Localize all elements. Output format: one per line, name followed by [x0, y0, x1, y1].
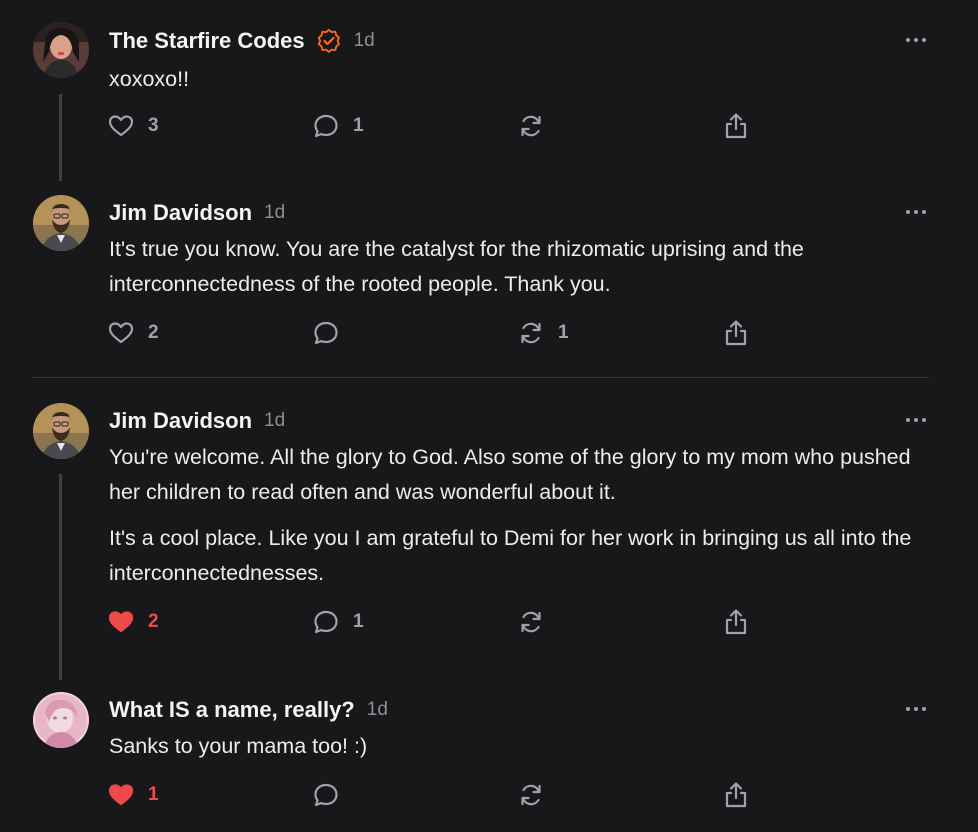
comment-header: The Starfire Codes 1d — [109, 26, 375, 56]
restack-button[interactable] — [518, 607, 558, 637]
more-options-icon[interactable] — [905, 706, 927, 712]
share-button[interactable] — [723, 111, 749, 141]
avatar[interactable] — [33, 22, 89, 78]
more-options-icon[interactable] — [905, 209, 927, 215]
reply-button[interactable] — [313, 780, 353, 810]
comment-paragraph: Sanks to your mama too! :) — [109, 734, 368, 758]
reply-count: 1 — [353, 611, 364, 632]
comment-paragraph: xoxoxo!! — [109, 67, 190, 91]
like-button[interactable]: 1 — [108, 780, 159, 810]
like-count: 3 — [148, 115, 159, 136]
reply-count: 1 — [353, 115, 364, 136]
pink-portrait-icon — [33, 692, 89, 748]
avatar[interactable] — [33, 692, 89, 748]
heart-filled-icon — [108, 784, 134, 806]
comment-header: What IS a name, really? 1d — [109, 695, 388, 725]
comment-paragraph: It's a cool place. Like you I am gratefu… — [109, 526, 912, 585]
comment-bubble-icon — [314, 610, 338, 634]
like-count: 1 — [148, 784, 159, 805]
author-name[interactable]: Jim Davidson — [109, 408, 252, 434]
timestamp[interactable]: 1d — [354, 30, 375, 52]
heart-icon — [108, 115, 134, 137]
like-count: 2 — [148, 322, 159, 343]
restack-button[interactable]: 1 — [518, 318, 569, 348]
thread-line — [59, 474, 62, 680]
timestamp[interactable]: 1d — [367, 699, 388, 721]
share-button[interactable] — [723, 318, 749, 348]
comment-paragraph: You're welcome. All the glory to God. Al… — [109, 445, 911, 504]
timestamp[interactable]: 1d — [264, 202, 285, 224]
author-name[interactable]: Jim Davidson — [109, 200, 252, 226]
comment-body: It's true you know. You are the catalyst… — [109, 232, 929, 302]
comment-paragraph: It's true you know. You are the catalyst… — [109, 237, 804, 296]
avatar[interactable] — [33, 195, 89, 251]
more-options-icon[interactable] — [905, 417, 927, 423]
share-button[interactable] — [723, 780, 749, 810]
woman-portrait-icon — [33, 22, 89, 78]
heart-filled-icon — [108, 611, 134, 633]
comment-actions: 1 — [0, 780, 978, 810]
share-button[interactable] — [723, 607, 749, 637]
share-icon — [725, 320, 747, 346]
reply-button[interactable] — [313, 318, 353, 348]
share-icon — [725, 609, 747, 635]
comment-body: xoxoxo!! — [109, 62, 929, 97]
comment-bubble-icon — [314, 321, 338, 345]
bearded-man-portrait-icon — [33, 195, 89, 251]
reply-button[interactable]: 1 — [313, 111, 364, 141]
share-icon — [725, 113, 747, 139]
restack-icon — [521, 115, 541, 137]
reply-button[interactable]: 1 — [313, 607, 364, 637]
heart-icon — [108, 322, 134, 344]
comment-body: You're welcome. All the glory to God. Al… — [109, 440, 929, 591]
comment-actions: 2 1 — [0, 607, 978, 637]
more-options-icon[interactable] — [905, 37, 927, 43]
timestamp[interactable]: 1d — [264, 410, 285, 432]
restack-icon — [521, 784, 541, 806]
comment-bubble-icon — [314, 783, 338, 807]
verified-badge-icon — [317, 28, 340, 53]
like-count: 2 — [148, 611, 159, 632]
restack-icon — [521, 611, 541, 633]
share-icon — [725, 782, 747, 808]
thread-divider — [32, 377, 929, 378]
comment-header: Jim Davidson 1d — [109, 198, 285, 228]
restack-count: 1 — [558, 322, 569, 343]
author-name[interactable]: What IS a name, really? — [109, 697, 355, 723]
comment-actions: 2 1 — [0, 318, 978, 348]
avatar[interactable] — [33, 403, 89, 459]
like-button[interactable]: 2 — [108, 607, 159, 637]
restack-button[interactable] — [518, 111, 558, 141]
author-name[interactable]: The Starfire Codes — [109, 28, 305, 54]
like-button[interactable]: 3 — [108, 111, 159, 141]
restack-icon — [521, 322, 541, 344]
comment-actions: 3 1 — [0, 111, 978, 141]
restack-button[interactable] — [518, 780, 558, 810]
like-button[interactable]: 2 — [108, 318, 159, 348]
comment-bubble-icon — [314, 114, 338, 138]
comment-header: Jim Davidson 1d — [109, 406, 285, 436]
bearded-man-portrait-icon — [33, 403, 89, 459]
comment-body: Sanks to your mama too! :) — [109, 729, 929, 764]
